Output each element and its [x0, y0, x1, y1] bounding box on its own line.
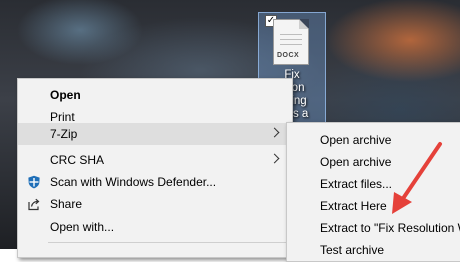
docx-file-icon: DOCX: [273, 19, 309, 65]
menu-separator: [48, 242, 290, 243]
menu-item-crc-sha[interactable]: CRC SHA: [18, 149, 292, 171]
windows-defender-icon: [28, 175, 40, 189]
submenu-item-test-archive[interactable]: Test archive: [287, 239, 460, 261]
submenu-item-extract-to[interactable]: Extract to "Fix Resolution W: [287, 217, 460, 239]
menu-item-share[interactable]: Share: [18, 193, 292, 215]
share-icon: [28, 198, 40, 211]
menu-item-scan-defender[interactable]: Scan with Windows Defender...: [18, 171, 292, 193]
menu-item-open[interactable]: Open: [18, 84, 292, 106]
file-extension: DOCX: [277, 52, 300, 59]
red-arrow-pointer-icon: [392, 142, 442, 214]
chevron-right-icon: [269, 153, 280, 164]
menu-item-7zip[interactable]: 7-Zip: [18, 123, 292, 145]
menu-item-open-with[interactable]: Open with...: [18, 216, 292, 238]
context-menu: Open Print 7-Zip CRC SHA Scan with Windo…: [17, 78, 293, 258]
chevron-right-icon: [269, 127, 280, 138]
